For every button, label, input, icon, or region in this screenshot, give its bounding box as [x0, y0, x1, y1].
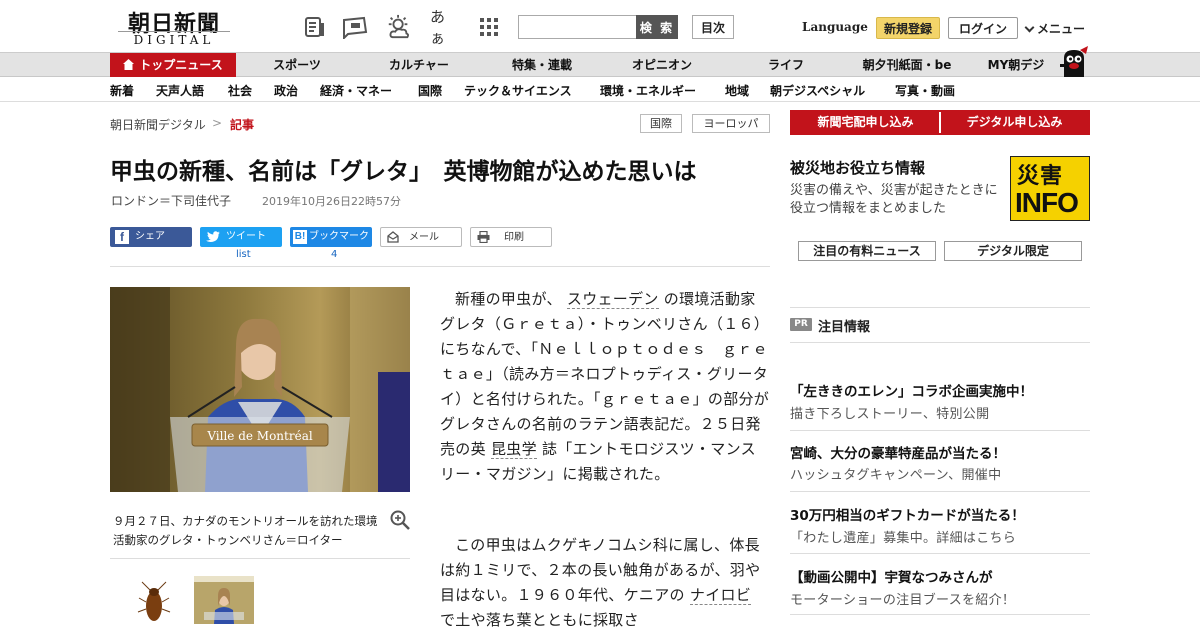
- zoom-icon[interactable]: [390, 510, 410, 534]
- share-divider: [110, 266, 770, 267]
- nav-politics[interactable]: 政治: [274, 82, 298, 99]
- pr-heading: 注目情報: [818, 320, 871, 335]
- newspaper-icon[interactable]: [302, 14, 328, 40]
- breadcrumb-current: 記事: [230, 118, 255, 132]
- tag-europe[interactable]: ヨーロッパ: [692, 114, 770, 133]
- nav-tensei-jingo[interactable]: 天声人語: [156, 82, 204, 99]
- delivery-signup-button[interactable]: 新聞宅配申し込み: [792, 112, 939, 133]
- pr-item-desc[interactable]: ハッシュタグキャンペーン、開催中: [790, 464, 1001, 483]
- site-logo-sub: DIGITAL: [118, 31, 230, 47]
- article-paragraph-1: 新種の甲虫が、 スウェーデン の環境活動家グレタ（Ｇｒｅｔａ）・トゥンベリさん（…: [440, 290, 770, 483]
- language-link[interactable]: Language: [802, 20, 868, 34]
- article-photo[interactable]: Ville de Montréal: [110, 287, 410, 492]
- login-button[interactable]: ログイン: [948, 17, 1018, 39]
- sidebar-divider: [790, 307, 1090, 308]
- chevron-down-icon: [1024, 22, 1035, 33]
- menu-button[interactable]: メニュー: [1024, 20, 1085, 37]
- pr-badge: PR: [790, 318, 812, 331]
- weather-icon[interactable]: [386, 14, 412, 40]
- nav-culture[interactable]: カルチャー: [366, 53, 472, 77]
- link-nairobi[interactable]: ナイロビ: [689, 586, 752, 605]
- text-size-icon[interactable]: あぁ: [430, 8, 456, 47]
- caption-divider: [110, 558, 410, 559]
- disaster-info-desc[interactable]: 災害の備えや、災害が起きたときに役立つ情報をまとめました: [790, 182, 1005, 218]
- nav-latest[interactable]: 新着: [110, 82, 134, 99]
- nav-special[interactable]: 朝デジスペシャル: [770, 82, 865, 99]
- disaster-info-logo[interactable]: 災害 INFO: [1010, 156, 1090, 221]
- nav-newspaper[interactable]: 朝夕刊紙面・be: [852, 53, 962, 77]
- primary-nav: トップニュース スポーツ カルチャー 特集・連載 オピニオン ライフ 朝夕刊紙面…: [0, 52, 1200, 77]
- pr-item-desc[interactable]: モーターショーの注目ブースを紹介！: [790, 589, 1015, 608]
- sidebar-divider: [790, 430, 1090, 431]
- mail-icon: [387, 231, 399, 251]
- facebook-icon: f: [115, 230, 129, 244]
- tab-paid-news[interactable]: 注目の有料ニュース: [798, 241, 936, 261]
- article-paragraph-2: この甲虫はムクゲキノコムシ科に属し、体長は約１ミリで、２本の長い触角があるが、羽…: [440, 536, 761, 629]
- sidebar-divider: [790, 342, 1090, 343]
- link-sweden[interactable]: スウェーデン: [566, 290, 659, 309]
- tag-international[interactable]: 国際: [640, 114, 682, 133]
- sidebar-divider: [790, 614, 1090, 615]
- article-byline: ロンドン＝下司佳代子: [111, 194, 232, 208]
- sidebar-divider: [790, 491, 1090, 492]
- nav-life[interactable]: ライフ: [738, 53, 834, 77]
- pr-item-title[interactable]: 宮崎、大分の豪華特産品が当たる！: [790, 442, 1006, 462]
- mascot-icon[interactable]: [1056, 44, 1092, 80]
- pr-item-title[interactable]: 【動画公開中】宇賀なつみさんが: [790, 566, 993, 586]
- nav-opinion[interactable]: オピニオン: [614, 53, 710, 77]
- hatena-icon: B!: [293, 230, 307, 244]
- secondary-nav: 新着 天声人語 社会 政治 経済・マネー 国際 テック＆サイエンス 環境・エネル…: [0, 77, 1200, 102]
- breadcrumb-separator: >: [212, 116, 223, 130]
- pr-item-title[interactable]: 「左ききのエレン」コラボ企画実施中！: [790, 380, 1033, 400]
- nav-my-asahi[interactable]: MY朝デジ: [980, 53, 1052, 77]
- article-title: 甲虫の新種、名前は「グレタ」 英博物館が込めた思いは: [110, 159, 697, 185]
- breadcrumb-home[interactable]: 朝日新聞デジタル: [110, 116, 206, 133]
- print-icon: [477, 230, 490, 251]
- twitter-share-button[interactable]: ツイート: [200, 227, 282, 247]
- search-input[interactable]: [518, 15, 638, 39]
- disaster-info-title[interactable]: 被災地お役立ち情報: [790, 157, 925, 178]
- sidebar-divider: [790, 553, 1090, 554]
- photo-caption: ９月２７日、カナダのモントリオールを訪れた環境活動家のグレタ・トゥンベリさん＝ロ…: [113, 514, 378, 547]
- nav-tech-science[interactable]: テック＆サイエンス: [464, 82, 572, 99]
- nav-top-news[interactable]: トップニュース: [110, 53, 236, 77]
- nav-regional[interactable]: 地域: [725, 82, 749, 99]
- grid-icon[interactable]: [476, 14, 502, 40]
- home-icon: [123, 54, 135, 78]
- nav-society[interactable]: 社会: [228, 82, 252, 99]
- link-entomology[interactable]: 昆虫学: [490, 440, 537, 459]
- hatena-bookmark-button[interactable]: B! ブックマーク: [290, 227, 372, 247]
- message-icon[interactable]: [342, 14, 368, 40]
- nav-economy[interactable]: 経済・マネー: [320, 82, 392, 99]
- pr-item-title[interactable]: 30万円相当のギフトカードが当たる！: [790, 504, 1025, 524]
- twitter-icon: [206, 231, 220, 251]
- nav-environment[interactable]: 環境・エネルギー: [600, 82, 696, 99]
- search-button[interactable]: 検 索: [636, 15, 678, 39]
- nav-sports[interactable]: スポーツ: [248, 53, 346, 77]
- print-button[interactable]: 印刷: [470, 227, 552, 247]
- photo-sign-text: Ville de Montréal: [206, 429, 313, 443]
- nav-features[interactable]: 特集・連載: [490, 53, 594, 77]
- facebook-share-button[interactable]: f シェア: [110, 227, 192, 247]
- twitter-count[interactable]: list: [236, 249, 251, 260]
- nav-international[interactable]: 国際: [418, 82, 442, 99]
- article-date: 2019年10月26日22時57分: [262, 195, 401, 208]
- pr-item-desc[interactable]: 描き下ろしストーリー、特別公開: [790, 403, 989, 422]
- toc-button[interactable]: 目次: [692, 15, 734, 39]
- greta-thumbnail[interactable]: [194, 576, 254, 624]
- site-header: 朝日新聞 DIGITAL あぁ 検 索 目次 Language 新規登録 ログイ…: [0, 0, 1200, 52]
- hatena-count[interactable]: 4: [331, 249, 337, 260]
- nav-photo-video[interactable]: 写真・動画: [895, 82, 955, 99]
- tab-digital-only[interactable]: デジタル限定: [944, 241, 1082, 261]
- digital-signup-button[interactable]: デジタル申し込み: [941, 112, 1088, 133]
- signup-button[interactable]: 新規登録: [876, 17, 940, 39]
- mail-share-button[interactable]: メール: [380, 227, 462, 247]
- beetle-thumbnail[interactable]: [124, 576, 184, 624]
- pr-item-desc[interactable]: 「わたし遺産」募集中。詳細はこちら: [790, 527, 1016, 546]
